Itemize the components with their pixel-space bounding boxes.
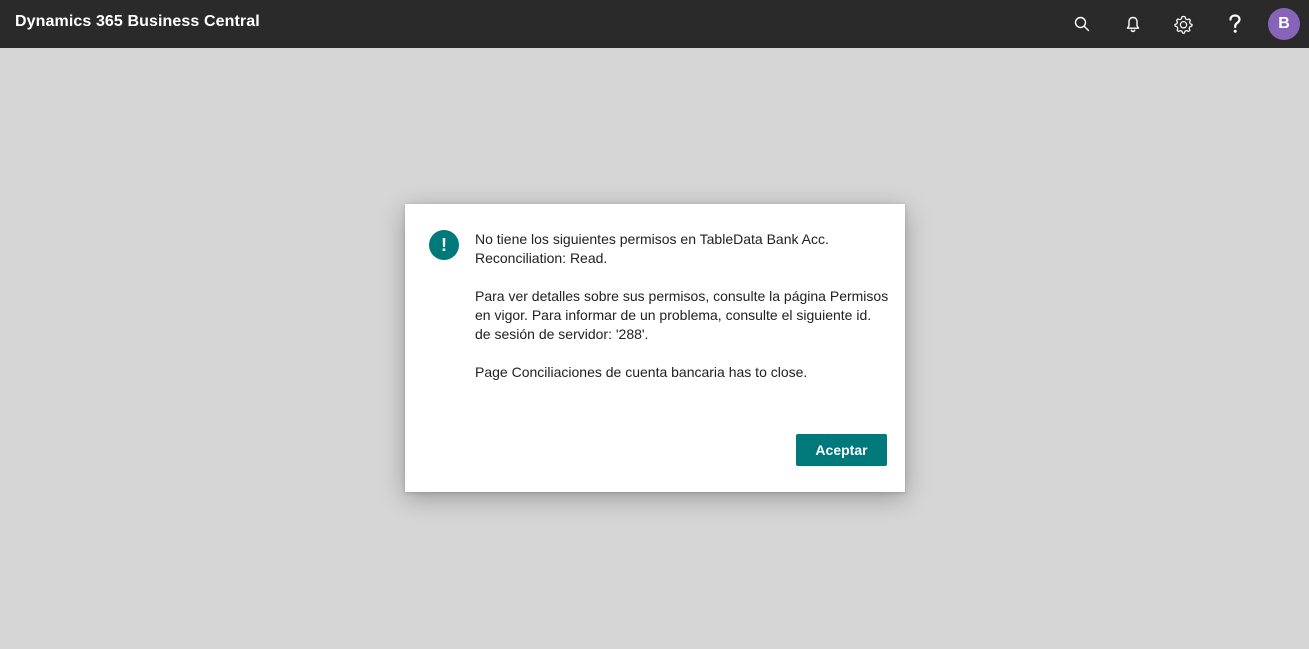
- help-icon: [1228, 14, 1242, 34]
- message-details: Para ver detalles sobre sus permisos, co…: [475, 288, 889, 342]
- topbar-actions: B: [1056, 0, 1300, 48]
- bell-icon: [1125, 16, 1141, 33]
- accept-button[interactable]: Aceptar: [796, 434, 887, 466]
- message-close: Page Conciliaciones de cuenta bancaria h…: [475, 364, 808, 380]
- message-permissions: No tiene los siguientes permisos en Tabl…: [475, 231, 829, 266]
- error-dialog: ! No tiene los siguientes permisos en Ta…: [405, 204, 905, 492]
- avatar[interactable]: B: [1268, 8, 1300, 40]
- settings-button[interactable]: [1158, 0, 1209, 48]
- notifications-button[interactable]: [1107, 0, 1158, 48]
- top-bar: Dynamics 365 Business Central B: [0, 0, 1309, 48]
- help-button[interactable]: [1209, 0, 1260, 48]
- dialog-message: No tiene los siguientes permisos en Tabl…: [475, 230, 889, 401]
- exclamation-icon: !: [429, 230, 459, 260]
- search-button[interactable]: [1056, 0, 1107, 48]
- gear-icon: [1174, 15, 1193, 34]
- search-icon: [1074, 16, 1090, 32]
- app-title[interactable]: Dynamics 365 Business Central: [15, 13, 260, 31]
